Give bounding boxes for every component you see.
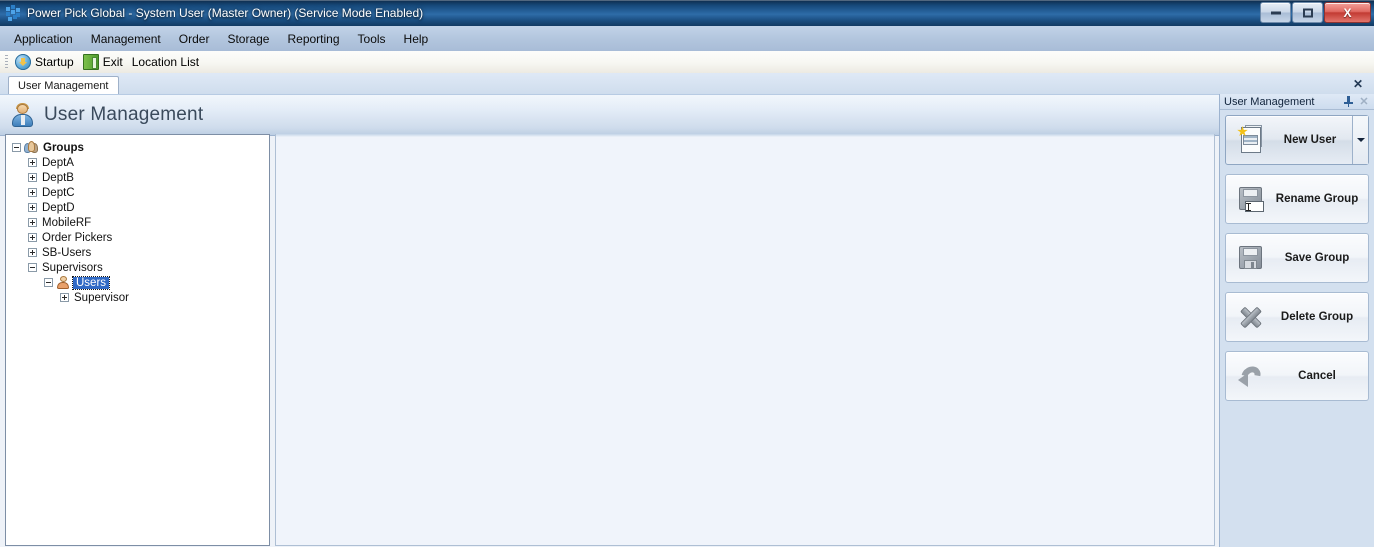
menu-tools[interactable]: Tools [349,28,395,50]
toolbar-location-list-button[interactable]: Location List [129,53,205,71]
collapse-icon[interactable] [28,263,37,272]
expand-icon[interactable] [28,233,37,242]
cancel-button[interactable]: Cancel [1225,351,1369,401]
delete-group-button[interactable]: Delete Group [1225,292,1369,342]
chevron-down-icon[interactable] [1352,116,1368,164]
tree-node[interactable]: Supervisor [12,290,269,305]
tree-node-label: DeptB [42,171,74,184]
tree-node[interactable]: DeptC [12,185,269,200]
tree-node[interactable]: DeptD [12,200,269,215]
collapse-icon[interactable] [12,143,21,152]
tab-close-icon[interactable]: ✕ [1350,76,1366,92]
groups-tree: Groups DeptA DeptB DeptC DeptD MobileRF Order … [6,135,269,305]
cancel-label: Cancel [1298,370,1336,382]
dock-close-icon[interactable]: ✕ [1357,95,1371,108]
new-user-button[interactable]: New User [1225,115,1369,165]
exit-door-icon [82,54,99,70]
toolbar-grip[interactable] [5,55,8,69]
groups-icon [24,141,38,154]
user-icon [56,276,70,289]
expand-icon[interactable] [28,248,37,257]
close-button[interactable]: X [1324,2,1371,23]
tree-node-label: Groups [43,141,84,154]
expand-icon[interactable] [60,293,69,302]
tree-node[interactable]: Supervisors [12,260,269,275]
app-grid-icon [5,5,21,21]
minimize-button[interactable] [1260,2,1291,23]
toolbar-location-list-label: Location List [131,55,200,69]
user-management-dock-panel: User Management ✕ New User Rename Group [1219,94,1374,547]
tree-node[interactable]: MobileRF [12,215,269,230]
close-icon: X [1343,5,1352,20]
tab-user-management[interactable]: User Management [8,76,119,94]
tab-label: User Management [18,79,109,92]
dock-button-list: New User Rename Group Save Group Delete … [1220,110,1374,401]
page-title: User Management [44,104,204,125]
tree-node[interactable]: DeptA [12,155,269,170]
rename-group-label: Rename Group [1275,193,1359,205]
tree-node[interactable]: Groups [12,140,269,155]
menu-help[interactable]: Help [395,28,438,50]
tree-node-label: DeptC [42,186,75,199]
rename-floppy-icon [1236,184,1266,214]
tree-node[interactable]: Users [12,275,269,290]
tree-node-label: MobileRF [42,216,92,229]
toolbar-exit-button[interactable]: Exit [80,52,129,72]
window-controls: X [1259,2,1371,23]
expand-icon[interactable] [28,173,37,182]
content-top-edge [276,134,1214,137]
menu-bar: Application Management Order Storage Rep… [0,26,1374,52]
toolbar-startup-button[interactable]: Startup [12,52,80,72]
tree-node-label: Users [71,275,111,290]
tree-node-label: SB-Users [42,246,92,259]
main-content-area [275,134,1215,546]
dock-header: User Management ✕ [1220,94,1374,110]
menu-order[interactable]: Order [170,28,219,50]
user-avatar-icon [10,102,36,128]
tree-node-label: DeptA [42,156,74,169]
toolbar-startup-label: Startup [35,55,74,69]
tree-node-label: Order Pickers [42,231,113,244]
toolbar: Startup Exit Location List [0,51,1374,74]
rename-group-button[interactable]: Rename Group [1225,174,1369,224]
expand-icon[interactable] [28,203,37,212]
expand-icon[interactable] [28,188,37,197]
menu-reporting[interactable]: Reporting [278,28,348,50]
application-window: Power Pick Global - System User (Master … [0,0,1374,547]
tree-node[interactable]: Order Pickers [12,230,269,245]
menu-management[interactable]: Management [82,28,170,50]
collapse-icon[interactable] [44,278,53,287]
tree-node[interactable]: DeptB [12,170,269,185]
save-floppy-icon [1236,243,1266,273]
dock-title: User Management [1224,95,1315,108]
undo-arrow-icon [1236,361,1266,391]
save-group-button[interactable]: Save Group [1225,233,1369,283]
window-title: Power Pick Global - System User (Master … [27,6,424,20]
tree-node-label: Supervisors [42,261,103,274]
tab-strip: User Management ✕ [0,73,1374,95]
groups-tree-panel: Groups DeptA DeptB DeptC DeptD MobileRF Order … [5,134,270,546]
tree-node-label: DeptD [42,201,75,214]
tree-node-label: Supervisor [74,291,129,304]
menu-storage[interactable]: Storage [218,28,278,50]
menu-application[interactable]: Application [5,28,82,50]
page-header: User Management [0,94,1374,136]
title-bar: Power Pick Global - System User (Master … [0,0,1374,26]
delete-group-label: Delete Group [1280,311,1354,323]
restore-button[interactable] [1292,2,1323,23]
startup-icon [15,54,31,70]
toolbar-exit-label: Exit [102,55,123,69]
delete-x-icon [1236,302,1266,332]
expand-icon[interactable] [28,218,37,227]
pin-icon[interactable] [1342,95,1355,108]
expand-icon[interactable] [28,158,37,167]
tree-node[interactable]: SB-Users [12,245,269,260]
new-user-icon [1236,125,1266,155]
save-group-label: Save Group [1284,252,1350,264]
